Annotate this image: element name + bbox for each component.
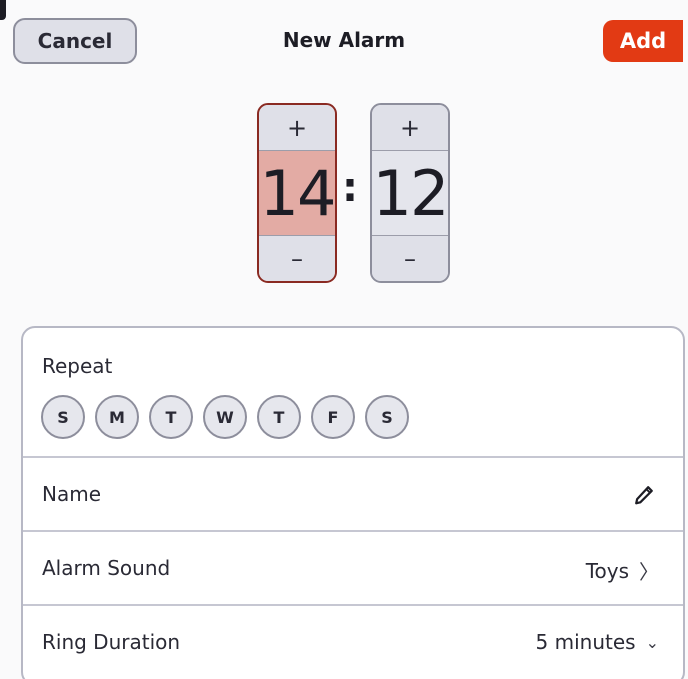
page-title: New Alarm	[282, 28, 406, 52]
hours-decrement-button[interactable]: –	[259, 235, 335, 281]
name-row[interactable]: Name	[23, 458, 683, 532]
day-toggle-tuesday[interactable]: T	[149, 395, 193, 439]
pencil-icon[interactable]	[633, 484, 655, 506]
alarm-sound-label: Alarm Sound	[42, 556, 171, 580]
repeat-row: Repeat S M T W T F S	[23, 328, 683, 458]
hours-spinner[interactable]: + 14 –	[257, 103, 337, 283]
day-toggle-sunday[interactable]: S	[41, 395, 85, 439]
minutes-decrement-button[interactable]: –	[372, 235, 448, 281]
name-label: Name	[42, 482, 102, 506]
ring-duration-value: 5 minutes	[535, 630, 636, 654]
alarm-sound-selector[interactable]: Toys 〉	[586, 556, 659, 585]
hours-value[interactable]: 14	[259, 151, 335, 235]
repeat-label: Repeat	[42, 354, 113, 378]
day-toggle-thursday[interactable]: T	[257, 395, 301, 439]
ring-duration-label: Ring Duration	[42, 630, 181, 654]
time-separator: :	[342, 165, 358, 211]
ring-duration-dropdown[interactable]: 5 minutes ⌄	[536, 630, 659, 654]
day-toggle-monday[interactable]: M	[95, 395, 139, 439]
chevron-down-icon: ⌄	[645, 632, 659, 652]
minutes-value[interactable]: 12	[372, 151, 448, 235]
minutes-increment-button[interactable]: +	[372, 105, 448, 151]
alarm-sound-value: Toys	[585, 558, 629, 583]
day-toggle-saturday[interactable]: S	[365, 395, 409, 439]
new-alarm-screen: Cancel New Alarm Add + 14 – : + 12 – Rep…	[0, 0, 688, 679]
alarm-sound-row[interactable]: Alarm Sound Toys 〉	[23, 532, 683, 606]
day-toggle-friday[interactable]: F	[311, 395, 355, 439]
repeat-days: S M T W T F S	[41, 395, 409, 439]
hours-increment-button[interactable]: +	[259, 105, 335, 151]
corner-mark	[0, 0, 6, 20]
day-toggle-wednesday[interactable]: W	[203, 395, 247, 439]
chevron-right-icon: 〉	[639, 560, 659, 584]
minutes-spinner[interactable]: + 12 –	[370, 103, 450, 283]
alarm-settings-card: Repeat S M T W T F S Name Alarm Sound To…	[21, 326, 685, 679]
add-button[interactable]: Add	[603, 20, 683, 62]
ring-duration-row[interactable]: Ring Duration 5 minutes ⌄	[23, 606, 683, 679]
